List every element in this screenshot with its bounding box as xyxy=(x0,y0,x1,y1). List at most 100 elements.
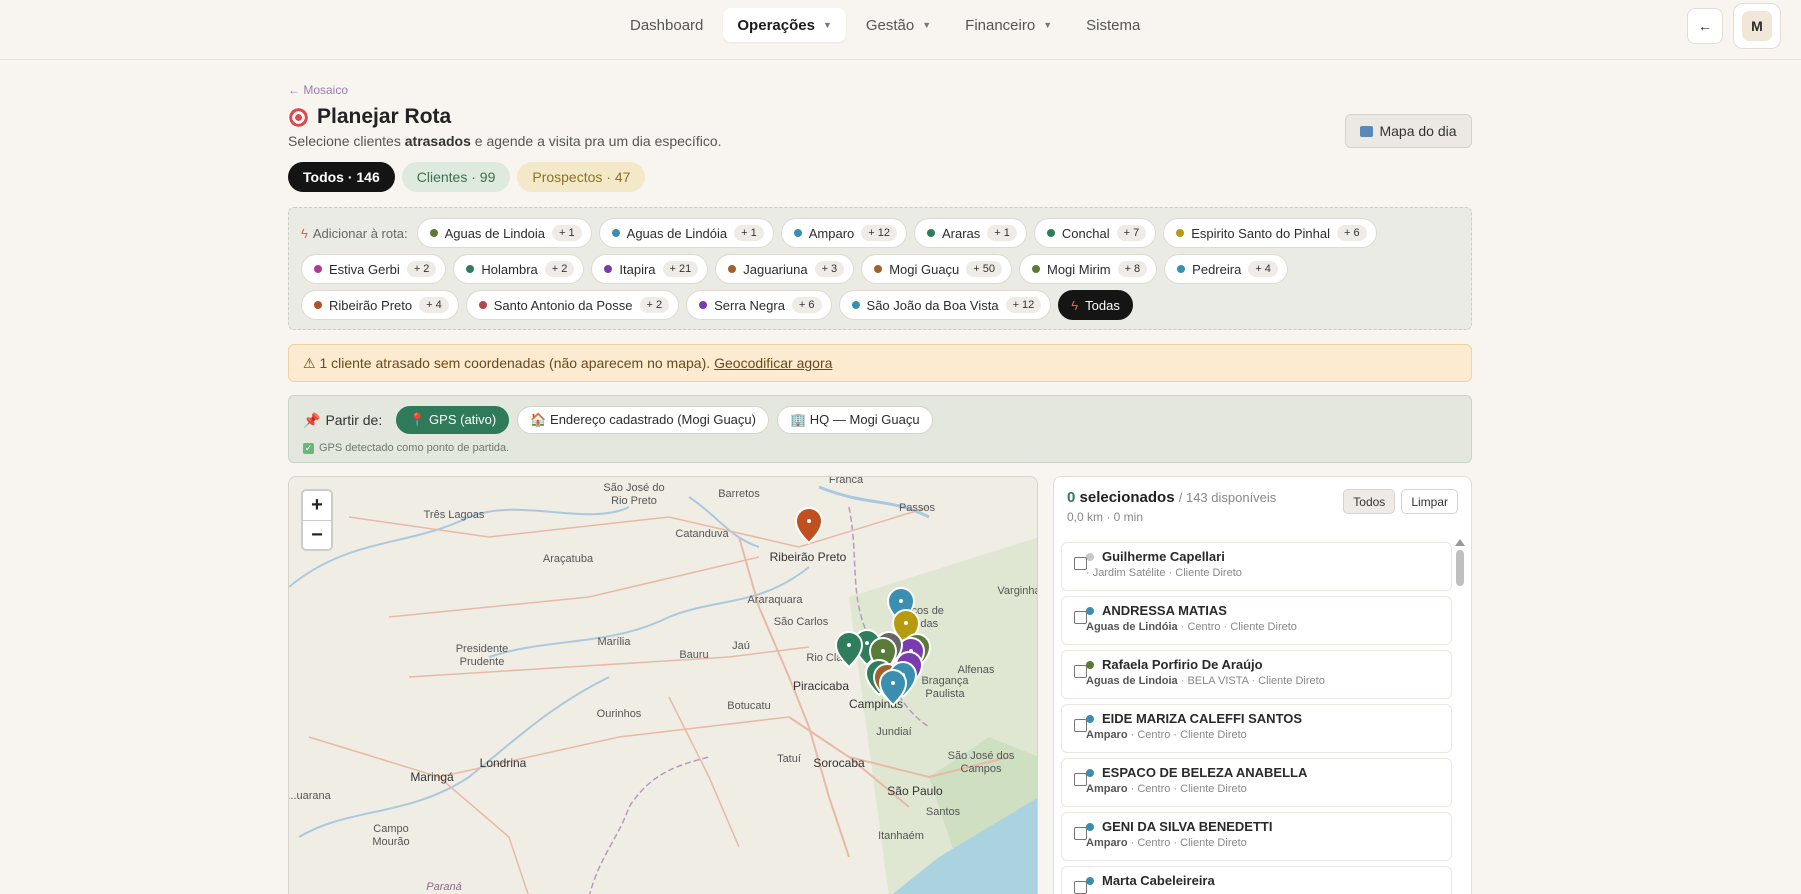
zoom-in-button[interactable]: + xyxy=(303,491,331,520)
tab-todos[interactable]: Todos · 146 xyxy=(288,162,395,192)
route-chip[interactable]: Conchal + 7 xyxy=(1033,218,1157,248)
nav-dashboard[interactable]: Dashboard xyxy=(616,8,717,42)
map-of-day-button[interactable]: Mapa do dia xyxy=(1345,114,1472,148)
client-checkbox[interactable] xyxy=(1074,557,1087,570)
list-item[interactable]: Marta Cabeleireira xyxy=(1061,866,1452,894)
color-dot xyxy=(1086,768,1094,777)
tab-prospectos[interactable]: Prospectos · 47 xyxy=(517,162,646,192)
breadcrumb-back-link[interactable]: ← Mosaico xyxy=(288,83,348,97)
gps-note: ✓ GPS detectado como ponto de partida. xyxy=(303,442,510,454)
route-chip[interactable]: Itapira + 21 xyxy=(591,254,709,284)
svg-text:Passos: Passos xyxy=(899,502,936,514)
start-address-button[interactable]: 🏠 Endereço cadastrado (Mogi Guaçu) xyxy=(517,406,769,434)
select-all-button[interactable]: Todos xyxy=(1343,489,1396,514)
route-chip[interactable]: Amparo + 12 xyxy=(780,218,907,248)
svg-text:Campos: Campos xyxy=(961,763,1002,775)
client-list-panel: 0 selecionados / 143 disponíveis 0,0 km … xyxy=(1053,476,1472,894)
route-chip[interactable]: Holambra + 2 xyxy=(453,254,585,284)
list-actions: Todos Limpar xyxy=(1343,489,1458,514)
tab-clientes[interactable]: Clientes · 99 xyxy=(401,162,511,192)
bolt-icon: ϟ xyxy=(1071,297,1079,313)
route-chip[interactable]: Araras + 1 xyxy=(914,218,1027,248)
svg-text:Barretos: Barretos xyxy=(718,488,760,500)
target-icon xyxy=(288,106,309,128)
route-chip-all[interactable]: ϟ Todas xyxy=(1058,290,1133,320)
bolt-icon: ϟ xyxy=(301,225,308,241)
route-chip[interactable]: Estiva Gerbi + 2 xyxy=(301,254,447,284)
list-item[interactable]: GENI DA SILVA BENEDETTI Amparo · Centro … xyxy=(1061,812,1452,861)
start-hq-button[interactable]: 🏢 HQ — Mogi Guaçu xyxy=(776,406,933,434)
list-scrollbar[interactable] xyxy=(1455,539,1465,894)
svg-text:Itanhaém: Itanhaém xyxy=(878,830,924,842)
list-item[interactable]: EIDE MARIZA CALEFFI SANTOS Amparo · Cent… xyxy=(1061,704,1452,753)
list-item[interactable]: Rafaela Porfirio De Araújo Aguas de Lind… xyxy=(1061,650,1452,699)
route-chip[interactable]: São João da Boa Vista + 12 xyxy=(838,290,1052,320)
route-map[interactable]: São José do Rio Preto Barretos Franca Pa… xyxy=(288,476,1038,894)
filter-tabs: Todos · 146 Clientes · 99 Prospectos · 4… xyxy=(288,162,646,192)
route-chip[interactable]: Mogi Mirim + 8 xyxy=(1019,254,1158,284)
check-icon: ✓ xyxy=(303,442,314,454)
zoom-out-button[interactable]: − xyxy=(303,520,331,549)
route-chip[interactable]: Espirito Santo do Pinhal + 6 xyxy=(1163,218,1377,248)
route-chip[interactable]: Santo Antonio da Posse + 2 xyxy=(465,290,680,320)
client-checkbox[interactable] xyxy=(1074,611,1087,624)
client-checkbox[interactable] xyxy=(1074,665,1087,678)
color-dot xyxy=(604,265,613,273)
client-checkbox[interactable] xyxy=(1074,881,1087,894)
route-chip[interactable]: Ribeirão Preto + 4 xyxy=(301,290,459,320)
client-list: Guilherme Capellari · Jardim Satélite · … xyxy=(1061,542,1452,894)
svg-text:Jundiaí: Jundiaí xyxy=(876,726,911,738)
user-menu-button[interactable]: M xyxy=(1733,3,1781,49)
svg-text:Três Lagoas: Três Lagoas xyxy=(424,509,485,521)
svg-text:Bauru: Bauru xyxy=(679,649,708,661)
add-to-route-panel: ϟ Adicionar à rota: Aguas de Lindoia + 1 A… xyxy=(288,207,1472,330)
svg-text:Presidente: Presidente xyxy=(456,643,509,655)
color-dot xyxy=(1086,660,1094,669)
route-chip[interactable]: Mogi Guaçu + 50 xyxy=(861,254,1012,284)
color-dot xyxy=(1086,552,1094,561)
svg-text:Catanduva: Catanduva xyxy=(675,528,729,540)
clear-button[interactable]: Limpar xyxy=(1401,489,1458,514)
nav-financeiro[interactable]: Financeiro ▼ xyxy=(951,8,1066,42)
svg-text:Ourinhos: Ourinhos xyxy=(597,708,642,720)
color-dot xyxy=(927,229,935,237)
color-dot xyxy=(1086,714,1094,723)
list-item[interactable]: ANDRESSA MATIAS Aguas de Lindóia · Centr… xyxy=(1061,596,1452,645)
route-label: ϟ Adicionar à rota: xyxy=(301,225,408,241)
svg-text:Tatuí: Tatuí xyxy=(777,753,801,765)
color-dot xyxy=(478,301,487,309)
svg-text:Araçatuba: Araçatuba xyxy=(543,553,594,565)
color-dot xyxy=(466,265,475,273)
nav-sistema[interactable]: Sistema xyxy=(1072,8,1154,42)
color-dot xyxy=(874,265,883,273)
svg-text:São Carlos: São Carlos xyxy=(774,616,829,628)
color-dot xyxy=(429,229,438,237)
nav-gestao[interactable]: Gestão ▼ xyxy=(852,8,945,42)
color-dot xyxy=(728,265,737,273)
svg-text:Franca: Franca xyxy=(829,477,864,486)
svg-text:...uarana: ...uarana xyxy=(289,790,332,802)
client-checkbox[interactable] xyxy=(1074,719,1087,732)
nav-menu: Dashboard Operações ▼ Gestão ▼ Financeiro ▼… xyxy=(616,8,1154,42)
map-zoom-control: + − xyxy=(301,489,333,551)
back-arrow-button[interactable]: ← xyxy=(1687,8,1723,44)
client-checkbox[interactable] xyxy=(1074,827,1087,840)
svg-text:Araraquara: Araraquara xyxy=(747,594,803,606)
list-item[interactable]: Guilherme Capellari · Jardim Satélite · … xyxy=(1061,542,1452,591)
svg-text:Maringá: Maringá xyxy=(410,770,454,784)
route-chip[interactable]: Aguas de Lindóia + 1 xyxy=(598,218,774,248)
svg-text:Piracicaba: Piracicaba xyxy=(793,679,849,693)
svg-text:São José do: São José do xyxy=(603,482,664,494)
route-chip[interactable]: Serra Negra + 6 xyxy=(686,290,832,320)
nav-operacoes[interactable]: Operações ▼ xyxy=(723,8,846,42)
start-gps-button[interactable]: 📍 GPS (ativo) xyxy=(396,406,510,434)
chevron-down-icon: ▼ xyxy=(822,20,832,30)
client-checkbox[interactable] xyxy=(1074,773,1087,786)
start-label: 📌 Partir de: xyxy=(303,411,383,429)
route-chip[interactable]: Aguas de Lindoia + 1 xyxy=(416,218,592,248)
geocode-link[interactable]: Geocodificar agora xyxy=(714,355,832,371)
route-chip[interactable]: Pedreira + 4 xyxy=(1164,254,1288,284)
scroll-thumb[interactable] xyxy=(1456,550,1464,586)
route-chip[interactable]: Jaguariuna + 3 xyxy=(715,254,855,284)
list-item[interactable]: ESPACO DE BELEZA ANABELLA Amparo · Centr… xyxy=(1061,758,1452,807)
